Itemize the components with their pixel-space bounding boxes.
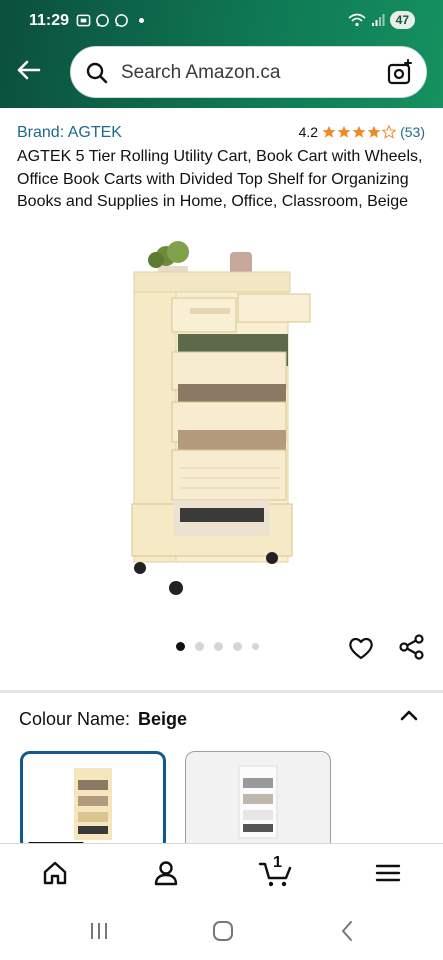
bottom-nav	[0, 843, 443, 901]
battery-badge: 47	[389, 11, 415, 29]
star-full-icon	[367, 125, 381, 138]
colour-swatch-selected[interactable]	[20, 751, 166, 851]
rating-value: 4.2	[298, 124, 319, 140]
search-input[interactable]: Search Amazon.ca	[121, 62, 280, 84]
whatsapp-icon	[115, 14, 128, 27]
rating-count: (53)	[400, 124, 425, 140]
status-bar: 11:29 47	[0, 0, 443, 44]
back-button-icon[interactable]	[336, 919, 360, 943]
more-notifications-dot	[139, 18, 144, 23]
screenshot-icon	[76, 14, 91, 27]
section-divider	[0, 690, 443, 693]
colour-swatch[interactable]	[185, 751, 331, 851]
pager-dot[interactable]	[195, 642, 204, 651]
status-time: 11:29	[29, 12, 70, 29]
recent-apps-icon[interactable]	[87, 919, 111, 943]
star-empty-icon	[382, 125, 397, 139]
cart-count-badge: 1	[273, 854, 282, 871]
wifi-icon	[348, 13, 366, 27]
search-icon	[86, 62, 108, 84]
whatsapp-icon	[96, 14, 109, 27]
pager-dot[interactable]	[233, 642, 242, 651]
home-icon[interactable]	[40, 858, 70, 888]
pager-dot[interactable]	[252, 643, 259, 650]
home-button-icon[interactable]	[211, 919, 235, 943]
heart-icon[interactable]	[347, 634, 375, 662]
pager-dot-active[interactable]	[176, 642, 185, 651]
notification-icons	[76, 13, 144, 28]
app-header: 11:29 47 Search Amazon.ca	[0, 0, 443, 108]
product-title: AGTEK 5 Tier Rolling Utility Cart, Book …	[17, 148, 423, 210]
colour-variation: Colour Name: Beige	[19, 709, 187, 730]
chevron-up-icon[interactable]	[398, 704, 420, 726]
pager-dot[interactable]	[214, 642, 223, 651]
colour-label: Colour Name:	[19, 709, 131, 729]
image-pager[interactable]	[176, 642, 259, 651]
rating-summary[interactable]: 4.2 (53)	[299, 124, 425, 140]
star-full-icon	[322, 125, 336, 138]
product-image[interactable]	[120, 232, 320, 602]
camera-icon[interactable]	[386, 59, 414, 87]
star-full-icon	[352, 125, 366, 138]
colour-value: Beige	[138, 709, 188, 729]
rating-stars	[322, 125, 397, 139]
system-nav-bar	[0, 902, 443, 960]
system-indicators: 47	[348, 11, 415, 29]
share-icon[interactable]	[398, 633, 426, 661]
back-arrow-icon[interactable]	[12, 54, 44, 86]
menu-icon[interactable]	[373, 858, 403, 888]
search-bar[interactable]: Search Amazon.ca	[70, 46, 427, 98]
swatch-thumbnail	[238, 765, 278, 839]
signal-icon	[371, 14, 385, 26]
brand-link[interactable]: Brand: AGTEK	[17, 124, 122, 142]
star-full-icon	[337, 125, 351, 138]
swatch-thumbnail	[74, 768, 112, 840]
account-icon[interactable]	[151, 858, 181, 888]
